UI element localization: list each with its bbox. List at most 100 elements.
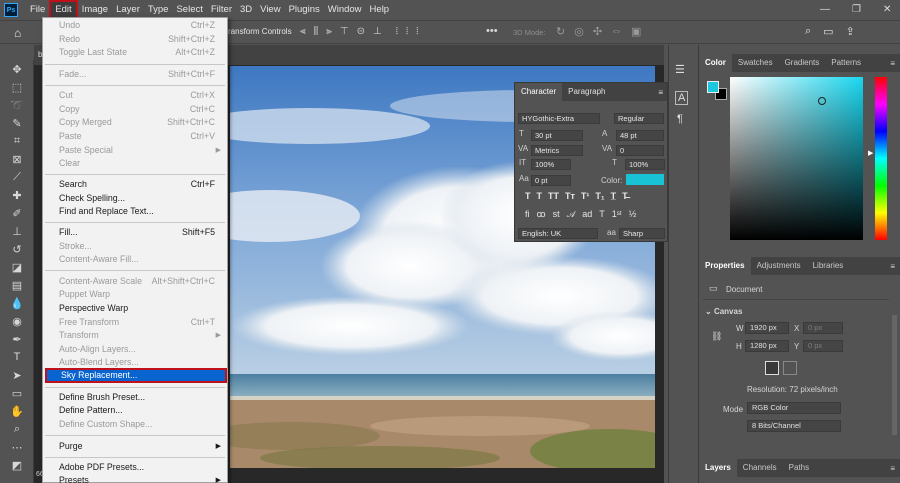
menu-check-spelling[interactable]: Check Spelling...: [43, 192, 227, 205]
menu-help[interactable]: Help: [366, 0, 394, 20]
faux-bold-icon[interactable]: T: [525, 191, 531, 201]
menu-paste[interactable]: Paste Ctrl+V: [43, 130, 227, 143]
menu-auto-align-layers[interactable]: Auto-Align Layers...: [43, 343, 227, 356]
tab-character[interactable]: Character: [515, 83, 563, 101]
path-select-tool-icon[interactable]: ➤: [0, 366, 34, 384]
character-panel-icon[interactable]: A: [675, 91, 689, 105]
tracking-field[interactable]: 0: [616, 145, 664, 156]
paragraph-panel-icon[interactable]: ¶: [677, 113, 683, 125]
panel-menu-icon[interactable]: ≡: [890, 464, 895, 473]
blur-tool-icon[interactable]: 💧: [0, 294, 34, 312]
menu-sky-replacement[interactable]: Sky Replacement...: [45, 368, 227, 383]
hue-slider[interactable]: [875, 77, 887, 240]
stylistic-icon[interactable]: st: [553, 209, 560, 220]
small-caps-icon[interactable]: Tт: [565, 191, 575, 201]
more-tools-icon[interactable]: ⋯: [0, 438, 34, 456]
tab-layers[interactable]: Layers: [699, 459, 737, 477]
properties-scrollbar[interactable]: [892, 315, 897, 435]
distribute-3-icon[interactable]: ⦙: [416, 26, 418, 37]
type-tool-icon[interactable]: T: [0, 348, 34, 366]
titling-icon[interactable]: T: [599, 209, 605, 220]
gradient-tool-icon[interactable]: ▤: [0, 276, 34, 294]
strikethrough-icon[interactable]: T̶: [622, 191, 628, 201]
frame-tool-icon[interactable]: ⊠: [0, 150, 34, 168]
menu-search[interactable]: Search Ctrl+F: [43, 178, 227, 191]
panel-menu-icon[interactable]: ≡: [890, 59, 895, 68]
menu-cut[interactable]: Cut Ctrl+X: [43, 89, 227, 102]
antialias-select[interactable]: Sharp: [619, 228, 665, 239]
mode-select[interactable]: RGB Color: [747, 402, 841, 414]
transform-controls-label[interactable]: ransform Controls: [228, 27, 292, 36]
menu-content-aware-scale[interactable]: Content-Aware Scale Alt+Shift+Ctrl+C: [43, 275, 227, 288]
align-left-icon[interactable]: ⫷: [300, 26, 306, 37]
faux-italic-icon[interactable]: T: [537, 191, 543, 201]
font-style-select[interactable]: Regular: [614, 113, 664, 124]
y-field[interactable]: 0 px: [803, 340, 843, 352]
menu-paste-special[interactable]: Paste Special ▶: [43, 144, 227, 157]
leading-field[interactable]: 48 pt: [616, 130, 664, 141]
menu-purge[interactable]: Purge ▶: [43, 440, 227, 453]
workspace-icon[interactable]: ▭: [823, 25, 833, 38]
quick-select-tool-icon[interactable]: ✎: [0, 114, 34, 132]
menu-fade[interactable]: Fade... Shift+Ctrl+F: [43, 68, 227, 81]
superscript-icon[interactable]: T¹: [581, 191, 590, 201]
fractions-icon[interactable]: ½: [629, 209, 637, 220]
color-field[interactable]: [730, 77, 863, 240]
tab-properties[interactable]: Properties: [699, 257, 751, 275]
all-caps-icon[interactable]: TT: [548, 191, 559, 201]
orbit-icon[interactable]: ↻: [556, 25, 565, 38]
share-icon[interactable]: ⇪: [846, 25, 855, 38]
hand-tool-icon[interactable]: ✋: [0, 402, 34, 420]
history-panel-icon[interactable]: ☰: [675, 63, 685, 76]
x-field[interactable]: 0 px: [803, 322, 843, 334]
menu-clear[interactable]: Clear: [43, 157, 227, 170]
ligatures-icon[interactable]: fi: [525, 209, 530, 220]
portrait-orientation-icon[interactable]: [765, 361, 779, 375]
menu-find-replace[interactable]: Find and Replace Text...: [43, 205, 227, 218]
bit-depth-select[interactable]: 8 Bits/Channel: [747, 420, 841, 432]
menu-undo[interactable]: Undo Ctrl+Z: [43, 19, 227, 32]
align-bottom-icon[interactable]: ⊥: [373, 26, 382, 37]
menu-copy[interactable]: Copy Ctrl+C: [43, 103, 227, 116]
tab-patterns[interactable]: Patterns: [825, 54, 867, 72]
panel-menu-icon[interactable]: ≡: [658, 88, 663, 97]
panel-menu-icon[interactable]: ≡: [890, 262, 895, 271]
menu-toggle-last-state[interactable]: Toggle Last State Alt+Ctrl+Z: [43, 46, 227, 59]
history-brush-icon[interactable]: ↺: [0, 240, 34, 258]
menu-window[interactable]: Window: [324, 0, 366, 20]
pan-icon[interactable]: ✣: [593, 25, 602, 38]
menu-content-aware-fill[interactable]: Content-Aware Fill...: [43, 253, 227, 266]
kerning-field[interactable]: Metrics: [531, 145, 583, 156]
menu-presets[interactable]: Presets ▶: [43, 474, 227, 483]
scale-3d-icon[interactable]: ▣: [631, 25, 641, 38]
eyedropper-tool-icon[interactable]: ⟋: [0, 168, 34, 186]
crop-tool-icon[interactable]: ⌗: [0, 132, 34, 150]
underline-icon[interactable]: T̲: [611, 191, 617, 201]
distribute-icon[interactable]: ⦙: [396, 26, 398, 37]
healing-tool-icon[interactable]: ✚: [0, 186, 34, 204]
menu-free-transform[interactable]: Free Transform Ctrl+T: [43, 316, 227, 329]
tab-color[interactable]: Color: [699, 54, 732, 72]
search-icon[interactable]: ⌕: [805, 25, 811, 38]
align-right-icon[interactable]: ⫸: [326, 26, 332, 37]
tab-libraries[interactable]: Libraries: [807, 257, 850, 275]
vertical-scale-field[interactable]: 100%: [531, 159, 571, 170]
menu-define-pattern[interactable]: Define Pattern...: [43, 404, 227, 417]
menu-define-brush-preset[interactable]: Define Brush Preset...: [43, 391, 227, 404]
menu-copy-merged[interactable]: Copy Merged Shift+Ctrl+C: [43, 116, 227, 129]
height-field[interactable]: 1280 px: [745, 340, 789, 352]
pen-tool-icon[interactable]: ✒: [0, 330, 34, 348]
rectangle-tool-icon[interactable]: ▭: [0, 384, 34, 402]
menu-redo[interactable]: Redo Shift+Ctrl+Z: [43, 33, 227, 46]
tab-gradients[interactable]: Gradients: [779, 54, 826, 72]
close-icon[interactable]: ✕: [883, 4, 891, 15]
swash-icon[interactable]: 𝒜: [567, 209, 576, 220]
tab-swatches[interactable]: Swatches: [732, 54, 779, 72]
text-color-swatch[interactable]: [626, 174, 664, 185]
horizontal-scale-field[interactable]: 100%: [625, 159, 665, 170]
link-icon[interactable]: ⛓: [711, 331, 722, 342]
language-select[interactable]: English: UK: [518, 228, 598, 239]
menu-define-custom-shape[interactable]: Define Custom Shape...: [43, 418, 227, 431]
maximize-icon[interactable]: ❐: [852, 4, 861, 15]
align-center-icon[interactable]: ⫼: [314, 26, 319, 37]
